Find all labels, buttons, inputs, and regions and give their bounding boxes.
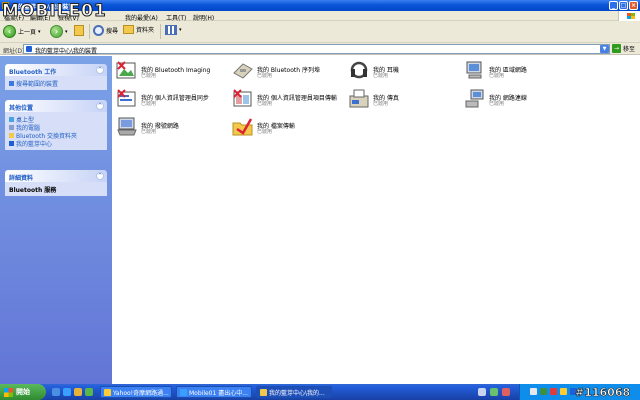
folders-icon: [123, 25, 134, 34]
chevron-down-icon: ▾: [179, 27, 182, 33]
maximize-button[interactable]: □: [619, 1, 628, 10]
headset-icon: [350, 61, 368, 79]
tray-icon[interactable]: [550, 388, 557, 395]
computer-icon: [9, 124, 14, 130]
tray-icon[interactable]: [560, 388, 567, 395]
panel-header[interactable]: Bluetooth 工作 ^: [5, 64, 107, 76]
folder-icon: [260, 388, 267, 396]
tray-control-icon[interactable]: [502, 388, 510, 396]
task-pane: Bluetooth 工作 ^ 搜尋範圍的裝置 其他位置 ^ 桌上型 我的電腦 B…: [0, 56, 112, 384]
panel-body: 搜尋範圍的裝置: [5, 76, 107, 90]
folder-icon: [9, 132, 14, 138]
bluetooth-icon: [26, 46, 32, 52]
taskbar-item-yahoo[interactable]: Yahoo!奇摩網路通...: [100, 386, 172, 398]
panel-body: Bluetooth 服務: [5, 182, 107, 196]
ie-icon: [180, 388, 187, 396]
collapse-icon[interactable]: ^: [96, 66, 104, 74]
quicklaunch-desktop-icon[interactable]: [52, 388, 60, 396]
network-computer-icon: [466, 61, 482, 79]
details-text: Bluetooth 服務: [9, 186, 57, 194]
toolbar-divider: [160, 24, 161, 39]
back-button[interactable]: ‹ 上一頁 ▾: [3, 25, 41, 38]
up-folder-button[interactable]: [74, 25, 84, 36]
serial-port-icon: [233, 63, 253, 79]
pim-transfer-icon: [233, 89, 252, 107]
service-item[interactable]: 我的 傳真 已啟用: [347, 87, 461, 113]
messenger-icon: [104, 388, 111, 396]
toolbar: ‹ 上一頁 ▾ › ▾ 搜尋 資料夾 ▾: [0, 21, 640, 43]
content-area: 我的 Bluetooth Imaging 已啟用 我的 Bluetooth 序列…: [112, 56, 640, 384]
chevron-down-icon: ▾: [65, 28, 68, 35]
forward-button[interactable]: › ▾: [50, 25, 68, 38]
dial-up-networking-icon: [117, 117, 137, 136]
address-label: 網址(D): [3, 48, 25, 55]
views-button[interactable]: ▾: [165, 25, 182, 35]
service-item[interactable]: 我的 撥號網路 已啟用: [115, 115, 229, 141]
folders-button[interactable]: 資料夾: [123, 25, 154, 34]
toolbar-divider: [89, 24, 90, 39]
address-value: 我的藍芽中心\我的裝置: [35, 48, 98, 55]
taskbar: 開始 Yahoo!奇摩網路通... Mobile01 盡出心中... 我的藍芽中…: [0, 384, 640, 400]
desktop-icon: [9, 116, 14, 122]
up-folder-icon: [74, 25, 84, 36]
service-item[interactable]: 我的 檔案傳輸 已啟用: [231, 115, 345, 141]
search-devices-icon: [9, 80, 14, 86]
bluetooth-icon: [9, 140, 14, 146]
search-devices-link[interactable]: 搜尋範圍的裝置: [9, 79, 103, 88]
mobile01-watermark-id: #116068: [575, 385, 631, 399]
mobile01-watermark: MOBILE01: [2, 1, 107, 22]
service-item[interactable]: 我的 個人資訊管理員項目傳輸 已啟用: [231, 87, 345, 113]
go-arrow-icon: →: [612, 44, 621, 53]
pim-sync-icon: [117, 89, 136, 107]
network-connection-icon: [465, 89, 484, 108]
panel-header[interactable]: 其他位置 ^: [5, 100, 107, 112]
search-icon: [93, 25, 104, 36]
views-icon: [165, 25, 177, 35]
fax-icon: [349, 89, 369, 108]
minimize-button[interactable]: _: [609, 1, 618, 10]
start-button[interactable]: 開始: [0, 384, 46, 400]
panel-body: 桌上型 我的電腦 Bluetooth 交換資料夾 我的藍芽中心: [5, 112, 107, 150]
window-controls: _ □ ×: [609, 1, 638, 10]
service-item[interactable]: 我的 網路連線 已啟用: [463, 87, 577, 113]
quicklaunch-ie-icon[interactable]: [63, 388, 71, 396]
quicklaunch-app-icon[interactable]: [85, 388, 93, 396]
service-item[interactable]: 我的 個人資訊管理員同步 已啟用: [115, 87, 229, 113]
windows-logo-icon: [618, 11, 640, 21]
address-dropdown-icon[interactable]: ▼: [600, 45, 609, 53]
service-item[interactable]: 我的 耳機 已啟用: [347, 59, 461, 85]
chevron-down-icon: ▾: [38, 28, 41, 35]
service-item[interactable]: 我的 Bluetooth Imaging 已啟用: [115, 59, 229, 85]
search-button[interactable]: 搜尋: [93, 25, 118, 36]
collapse-icon[interactable]: ^: [96, 172, 104, 180]
bluetooth-imaging-icon: [116, 61, 136, 79]
other-places-panel: 其他位置 ^ 桌上型 我的電腦 Bluetooth 交換資料夾 我的藍芽中心: [5, 100, 107, 150]
collapse-icon[interactable]: ^: [96, 102, 104, 110]
tray-icon[interactable]: [530, 388, 537, 395]
back-arrow-icon: ‹: [3, 25, 16, 38]
service-item[interactable]: 我的 區域網路 已啟用: [463, 59, 577, 85]
details-panel: 詳細資料 ^ Bluetooth 服務: [5, 170, 107, 196]
close-button[interactable]: ×: [629, 1, 638, 10]
my-bluetooth-places-link[interactable]: 我的藍芽中心: [9, 139, 103, 148]
taskbar-item-bluetooth[interactable]: 我的藍芽中心\我的...: [256, 386, 332, 398]
forward-arrow-icon: ›: [50, 25, 63, 38]
service-item[interactable]: 我的 Bluetooth 序列埠 已啟用: [231, 59, 345, 85]
tray-control-icon[interactable]: [490, 388, 498, 396]
address-input[interactable]: 我的藍芽中心\我的裝置: [23, 44, 610, 55]
tray-control-icon[interactable]: [478, 388, 486, 396]
bluetooth-tasks-panel: Bluetooth 工作 ^ 搜尋範圍的裝置: [5, 64, 107, 90]
windows-logo-icon: [4, 387, 13, 397]
address-bar: 網址(D) 我的藍芽中心\我的裝置 ▼ → 移至: [0, 43, 640, 55]
file-transfer-icon: [232, 118, 253, 136]
panel-header[interactable]: 詳細資料 ^: [5, 170, 107, 182]
go-button[interactable]: → 移至: [612, 44, 635, 53]
tray-icon[interactable]: [540, 388, 547, 395]
quicklaunch-media-icon[interactable]: [74, 388, 82, 396]
taskbar-item-mobile01[interactable]: Mobile01 盡出心中...: [176, 386, 252, 398]
